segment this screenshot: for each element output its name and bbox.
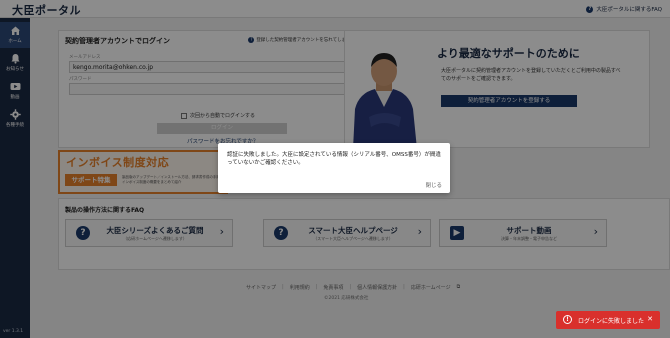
alert-icon: ! (563, 315, 572, 324)
error-dialog: 認証に失敗しました。大臣に設定されている情報（シリアル番号、OMSS番号）が間違… (218, 143, 450, 193)
dialog-close-button[interactable]: 閉じる (425, 181, 442, 189)
dialog-message: 認証に失敗しました。大臣に設定されている情報（シリアル番号、OMSS番号）が間違… (227, 152, 441, 166)
toast-message: ログインに失敗しました (578, 318, 645, 325)
close-icon[interactable]: ✕ (647, 315, 653, 323)
error-toast: ! ログインに失敗しました ✕ (556, 311, 660, 329)
